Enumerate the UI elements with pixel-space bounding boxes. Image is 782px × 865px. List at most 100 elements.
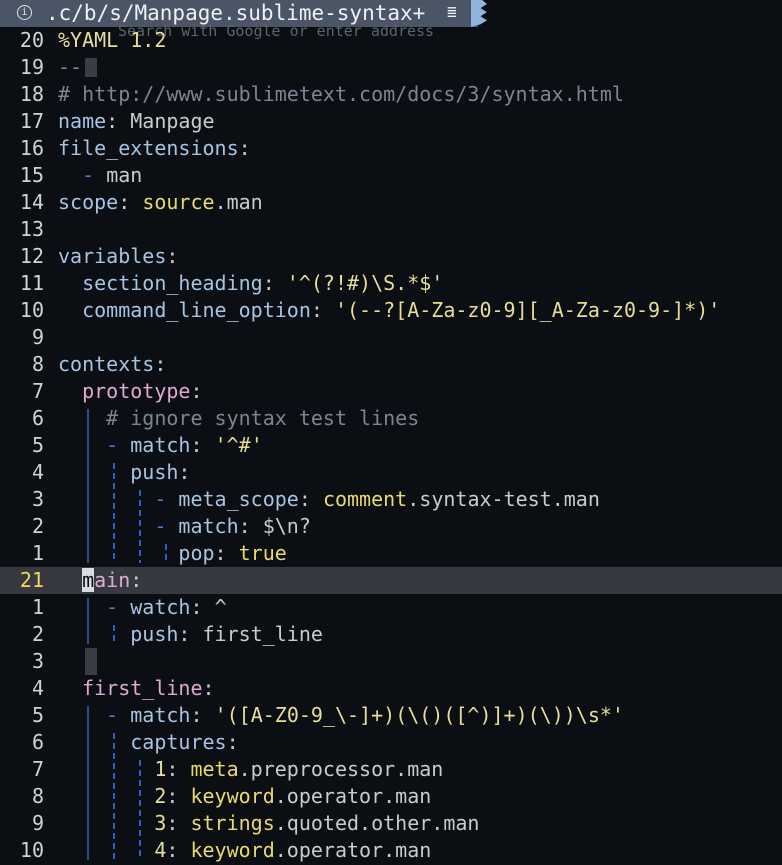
code-line[interactable]: 17 name: Manpage bbox=[0, 108, 782, 135]
code-line[interactable]: 18 # http://www.sublimetext.com/docs/3/sy… bbox=[0, 81, 782, 108]
code-line[interactable]: 12 variables: bbox=[0, 243, 782, 270]
code-line[interactable]: 15 - man bbox=[0, 162, 782, 189]
code-text: # http://www.sublimetext.com/docs/3/synt… bbox=[58, 82, 624, 106]
code-line[interactable]: 7 prototype: bbox=[0, 378, 782, 405]
line-number: 3 bbox=[31, 487, 44, 511]
code-line[interactable]: 16 file_extensions: bbox=[0, 135, 782, 162]
code-line[interactable]: 1 - watch: ^ bbox=[0, 594, 782, 621]
tab-edge-decoration bbox=[471, 0, 487, 27]
code-line[interactable]: 19 --- bbox=[0, 54, 782, 81]
line-number: 10 bbox=[19, 298, 44, 322]
line-number: 10 bbox=[19, 838, 44, 862]
code-line[interactable]: 3 bbox=[0, 648, 782, 675]
code-line[interactable]: 8 2: keyword.operator.man bbox=[0, 783, 782, 810]
line-number: 4 bbox=[31, 676, 44, 700]
code-text: name: Manpage bbox=[58, 109, 215, 133]
code-line[interactable]: 10 command_line_option: '(--?[A-Za-z0-9]… bbox=[0, 297, 782, 324]
code-line[interactable]: 3 - meta_scope: comment.syntax-test.man bbox=[0, 486, 782, 513]
line-number: 12 bbox=[19, 244, 44, 268]
line-number: 7 bbox=[31, 379, 44, 403]
line-number: 6 bbox=[31, 406, 44, 430]
code-line[interactable]: 2 - match: $\n? bbox=[0, 513, 782, 540]
code-line[interactable]: 6 # ignore syntax test lines bbox=[0, 405, 782, 432]
code-text: 1: meta.preprocessor.man bbox=[154, 757, 444, 781]
info-icon: i bbox=[17, 5, 32, 20]
indent-guide bbox=[112, 463, 115, 563]
indent-guide bbox=[112, 733, 115, 860]
code-text: command_line_option: '(--?[A-Za-z0-9][_A… bbox=[82, 298, 721, 322]
line-number: 2 bbox=[31, 622, 44, 646]
cursor-column-highlight bbox=[85, 648, 97, 675]
line-number: 19 bbox=[19, 55, 44, 79]
line-number: 9 bbox=[31, 325, 44, 349]
line-number: 20 bbox=[19, 28, 44, 52]
indent-guide bbox=[138, 760, 141, 860]
code-text: captures: bbox=[130, 730, 239, 754]
line-number: 5 bbox=[31, 703, 44, 727]
hamburger-icon[interactable]: ≣ bbox=[447, 2, 457, 21]
code-text: - man bbox=[82, 163, 143, 187]
indent-guide bbox=[86, 706, 89, 860]
code-line[interactable]: 20 %YAML 1.2 bbox=[0, 27, 782, 54]
code-text: main: bbox=[82, 568, 143, 592]
code-line[interactable]: 5 - match: '^#' bbox=[0, 432, 782, 459]
line-number: 9 bbox=[31, 811, 44, 835]
code-text: scope: source.man bbox=[58, 190, 263, 214]
line-number: 16 bbox=[19, 136, 44, 160]
code-text: # ignore syntax test lines bbox=[106, 406, 420, 430]
code-text: %YAML 1.2 bbox=[58, 28, 167, 52]
line-number: 14 bbox=[19, 190, 44, 214]
code-line[interactable]: 6 captures: bbox=[0, 729, 782, 756]
indent-guide bbox=[112, 625, 115, 644]
code-line[interactable]: 7 1: meta.preprocessor.man bbox=[0, 756, 782, 783]
line-number: 17 bbox=[19, 109, 44, 133]
line-number: 3 bbox=[31, 649, 44, 673]
indent-guide bbox=[86, 598, 89, 644]
line-number: 8 bbox=[31, 784, 44, 808]
code-text: push: bbox=[130, 460, 191, 484]
line-number: 1 bbox=[31, 541, 44, 565]
line-number: 18 bbox=[19, 82, 44, 106]
line-number: 6 bbox=[31, 730, 44, 754]
code-text: variables: bbox=[58, 244, 179, 268]
code-text: push: first_line bbox=[130, 622, 323, 646]
code-text: - match: '([A-Z0-9_\-]+)(\()([^)]+)(\))\… bbox=[106, 703, 624, 727]
code-line[interactable]: 2 push: first_line bbox=[0, 621, 782, 648]
code-line[interactable]: 13 bbox=[0, 216, 782, 243]
indent-guide bbox=[138, 490, 141, 563]
code-text: section_heading: '^(?!#)\S.*$' bbox=[82, 271, 444, 295]
line-number: 8 bbox=[31, 352, 44, 376]
code-line[interactable]: 10 4: keyword.operator.man bbox=[0, 837, 782, 864]
code-line[interactable]: 8 contexts: bbox=[0, 351, 782, 378]
line-number: 7 bbox=[31, 757, 44, 781]
code-text: file_extensions: bbox=[58, 136, 251, 160]
code-text: prototype: bbox=[82, 379, 203, 403]
line-number: 11 bbox=[19, 271, 44, 295]
code-text: pop: true bbox=[178, 541, 287, 565]
code-text: 3: strings.quoted.other.man bbox=[154, 811, 480, 835]
cursor-column-highlight bbox=[85, 58, 97, 77]
line-number: 1 bbox=[31, 595, 44, 619]
line-number: 13 bbox=[19, 217, 44, 241]
code-line[interactable]: 4 push: bbox=[0, 459, 782, 486]
code-editor[interactable]: 20 %YAML 1.2 19 --- 18 # http://www.sublimete… bbox=[0, 27, 782, 864]
line-number: 15 bbox=[19, 163, 44, 187]
indent-guide bbox=[164, 544, 167, 563]
code-line[interactable]: 5 - match: '([A-Z0-9_\-]+)(\()([^)]+)(\)… bbox=[0, 702, 782, 729]
line-number: 4 bbox=[31, 460, 44, 484]
code-text: contexts: bbox=[58, 352, 167, 376]
code-line[interactable]: 11 section_heading: '^(?!#)\S.*$' bbox=[0, 270, 782, 297]
code-text: first_line: bbox=[82, 676, 215, 700]
current-code-line[interactable]: 21 main: bbox=[0, 567, 782, 594]
code-text: - match: $\n? bbox=[154, 514, 311, 538]
code-line[interactable]: 9 bbox=[0, 324, 782, 351]
indent-guide bbox=[86, 409, 89, 563]
text-cursor: m bbox=[82, 568, 95, 592]
line-number: 2 bbox=[31, 514, 44, 538]
line-number: 5 bbox=[31, 433, 44, 457]
code-line[interactable]: 4 first_line: bbox=[0, 675, 782, 702]
code-line[interactable]: 14 scope: source.man bbox=[0, 189, 782, 216]
code-line[interactable]: 1 pop: true bbox=[0, 540, 782, 567]
line-number: 21 bbox=[19, 568, 44, 592]
code-line[interactable]: 9 3: strings.quoted.other.man bbox=[0, 810, 782, 837]
